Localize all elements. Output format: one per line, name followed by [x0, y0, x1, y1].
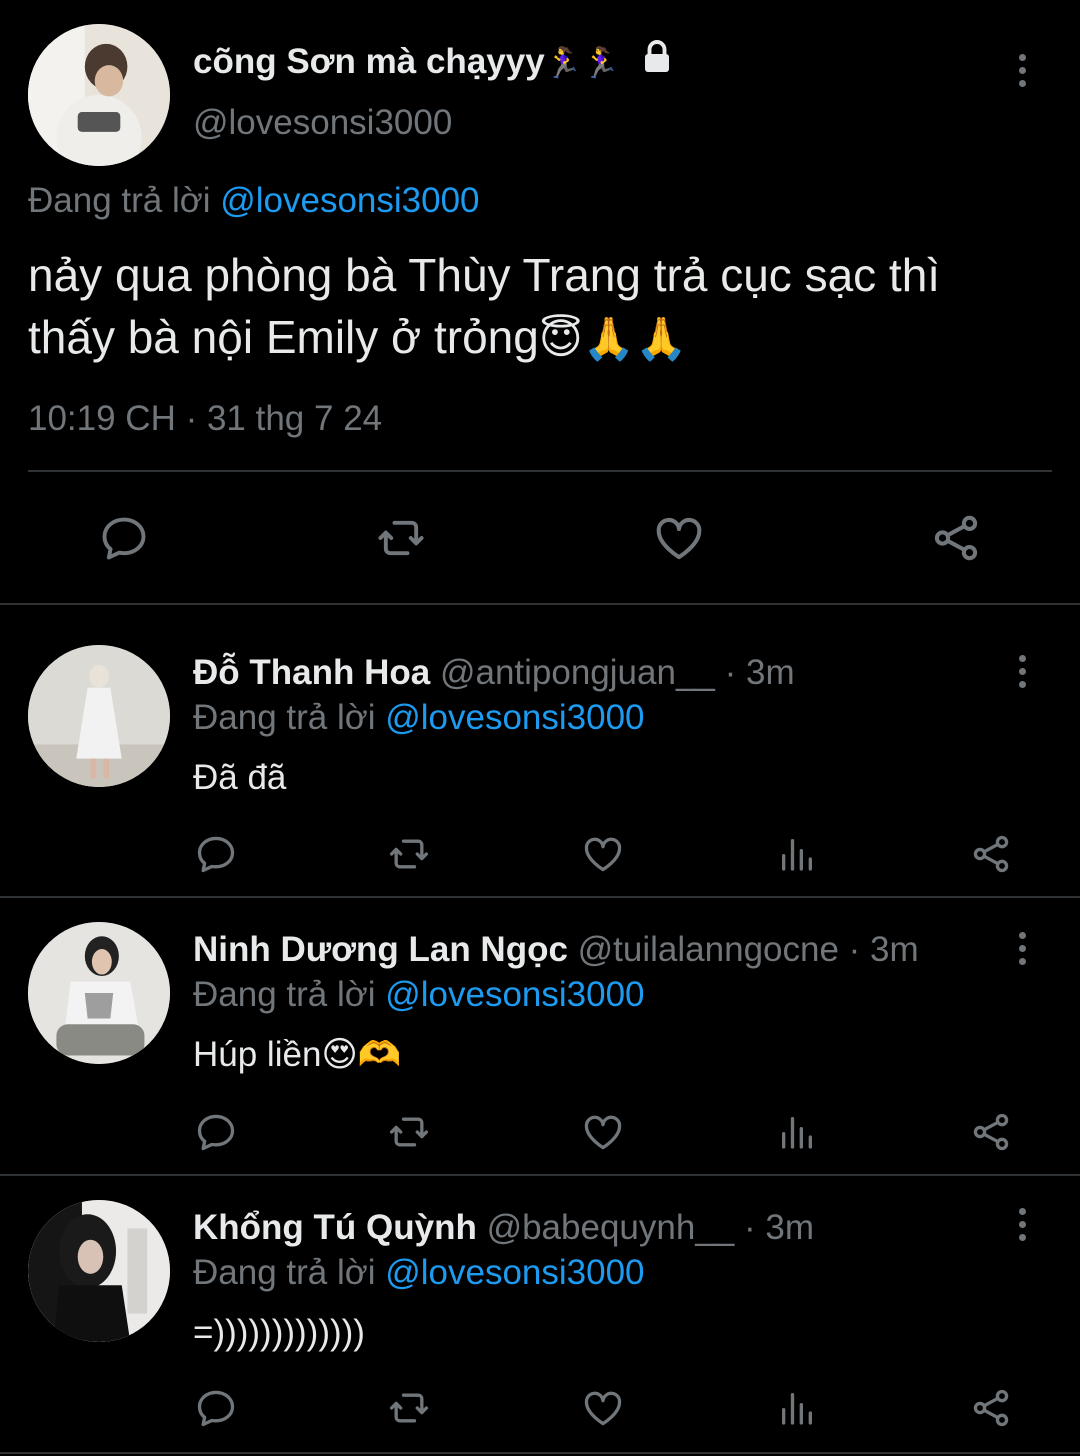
divider	[0, 1452, 1080, 1454]
reply-text: =)))))))))))))	[193, 1310, 365, 1356]
reply-prefix: Đang trả lời	[193, 1253, 386, 1292]
reply-button[interactable]	[192, 830, 240, 878]
display-name[interactable]: Ninh Dương Lan Ngọc	[193, 930, 568, 969]
share-icon	[973, 1113, 1009, 1151]
reply-tweet[interactable]: Khổng Tú Quỳnh @babequynh__ · 3m Đang tr…	[0, 1176, 1080, 1456]
reply-tweet[interactable]: Ninh Dương Lan Ngọc @tuilalanngocne · 3m…	[0, 898, 1080, 1175]
handle[interactable]: @tuilalanngocne	[578, 930, 839, 969]
views-button[interactable]	[773, 1384, 821, 1432]
reply-mention-link[interactable]: @lovesonsi3000	[385, 698, 644, 737]
retweet-icon	[389, 839, 429, 869]
share-button[interactable]	[967, 1108, 1015, 1156]
retweet-button[interactable]	[385, 1108, 433, 1156]
analytics-icon	[782, 839, 812, 871]
share-icon	[934, 515, 978, 561]
heart-icon	[584, 1115, 622, 1150]
reply-button[interactable]	[94, 508, 154, 568]
more-icon[interactable]	[1002, 1194, 1042, 1254]
heart-icon	[656, 517, 702, 560]
share-button[interactable]	[967, 830, 1015, 878]
avatar-image	[28, 645, 170, 787]
reply-button[interactable]	[192, 1384, 240, 1432]
reply-time[interactable]: · 3m	[725, 653, 795, 692]
more-icon[interactable]	[1002, 641, 1042, 701]
like-button[interactable]	[579, 1108, 627, 1156]
name-emoji: 🏃‍♀️🏃‍♀️	[544, 47, 620, 80]
retweet-button[interactable]	[385, 830, 433, 878]
tweet-emoji: 😇🙏🙏	[538, 315, 688, 362]
avatar[interactable]	[28, 645, 170, 787]
avatar[interactable]	[28, 24, 170, 166]
reply-context: Đang trả lời @lovesonsi3000	[193, 1250, 645, 1296]
reply-prefix: Đang trả lời	[193, 698, 386, 737]
share-button[interactable]	[926, 508, 986, 568]
reply-text: Đã đã	[193, 755, 286, 801]
timestamp[interactable]: 10:19 CH · 31 thg 7 24	[28, 397, 382, 441]
avatar[interactable]	[28, 922, 170, 1064]
analytics-icon	[782, 1393, 812, 1425]
retweet-button[interactable]	[385, 1384, 433, 1432]
tweet-text: nảy qua phòng bà Thùy Trang trả cục sạc …	[28, 244, 1058, 370]
comment-icon	[197, 1390, 235, 1427]
reply-text: Húp liền😍🫶	[193, 1032, 402, 1078]
retweet-icon	[389, 1117, 429, 1147]
retweet-button[interactable]	[371, 508, 431, 568]
comment-icon	[197, 1114, 235, 1151]
avatar-image	[28, 24, 170, 166]
retweet-icon	[378, 520, 424, 556]
like-button[interactable]	[649, 508, 709, 568]
tweet-text-line: thấy bà nội Emily ở trỏng😇🙏🙏	[28, 306, 1058, 370]
share-button[interactable]	[967, 1384, 1015, 1432]
share-icon	[973, 835, 1009, 873]
retweet-icon	[389, 1393, 429, 1423]
display-name[interactable]: cõng Sơn mà chạyyy🏃‍♀️🏃‍♀️	[193, 38, 675, 88]
views-button[interactable]	[773, 1108, 821, 1156]
reply-prefix: Đang trả lời	[193, 975, 386, 1014]
reply-context: Đang trả lời @lovesonsi3000	[193, 695, 645, 741]
lock-icon	[639, 39, 675, 88]
reply-mention-link[interactable]: @lovesonsi3000	[220, 181, 479, 220]
reply-tweet[interactable]: Đỗ Thanh Hoa @antipongjuan__ · 3m Đang t…	[0, 605, 1080, 897]
avatar-image	[28, 1200, 170, 1342]
reply-time[interactable]: · 3m	[849, 930, 919, 969]
reply-header: Đỗ Thanh Hoa @antipongjuan__ · 3m	[193, 649, 795, 697]
divider	[28, 470, 1052, 472]
handle[interactable]: @lovesonsi3000	[193, 100, 452, 146]
handle[interactable]: @antipongjuan__	[440, 653, 715, 692]
tweet-text-line-2: thấy bà nội Emily ở trỏng	[28, 311, 539, 363]
share-icon	[973, 1389, 1009, 1427]
avatar[interactable]	[28, 1200, 170, 1342]
reply-text-body: =)))))))))))))	[193, 1313, 365, 1352]
avatar-image	[28, 922, 170, 1064]
display-name-text: cõng Sơn mà chạyyy	[193, 42, 545, 81]
reply-text-body: Đã đã	[193, 758, 287, 797]
tweet-text-line: nảy qua phòng bà Thùy Trang trả cục sạc …	[28, 249, 941, 301]
comment-icon	[197, 836, 235, 873]
reply-button[interactable]	[192, 1108, 240, 1156]
handle[interactable]: @babequynh__	[487, 1208, 735, 1247]
more-icon[interactable]	[1002, 40, 1042, 100]
analytics-icon	[782, 1117, 812, 1149]
reply-emoji: 😍🫶	[321, 1035, 402, 1074]
display-name[interactable]: Khổng Tú Quỳnh	[193, 1208, 477, 1247]
reply-header: Khổng Tú Quỳnh @babequynh__ · 3m	[193, 1204, 814, 1252]
like-button[interactable]	[579, 1384, 627, 1432]
more-icon[interactable]	[1002, 918, 1042, 978]
reply-mention-link[interactable]: @lovesonsi3000	[385, 975, 644, 1014]
reply-context: Đang trả lời @lovesonsi3000	[28, 178, 480, 224]
like-button[interactable]	[579, 830, 627, 878]
reply-header: Ninh Dương Lan Ngọc @tuilalanngocne · 3m	[193, 926, 919, 974]
comment-icon	[102, 517, 146, 560]
reply-time[interactable]: · 3m	[744, 1208, 814, 1247]
reply-context: Đang trả lời @lovesonsi3000	[193, 972, 645, 1018]
reply-mention-link[interactable]: @lovesonsi3000	[385, 1253, 644, 1292]
views-button[interactable]	[773, 830, 821, 878]
main-tweet: cõng Sơn mà chạyyy🏃‍♀️🏃‍♀️ @lovesonsi300…	[0, 0, 1080, 604]
display-name[interactable]: Đỗ Thanh Hoa	[193, 653, 430, 692]
reply-text-body: Húp liền	[193, 1035, 322, 1074]
heart-icon	[584, 1391, 622, 1426]
heart-icon	[584, 837, 622, 872]
reply-prefix: Đang trả lời	[28, 181, 221, 220]
